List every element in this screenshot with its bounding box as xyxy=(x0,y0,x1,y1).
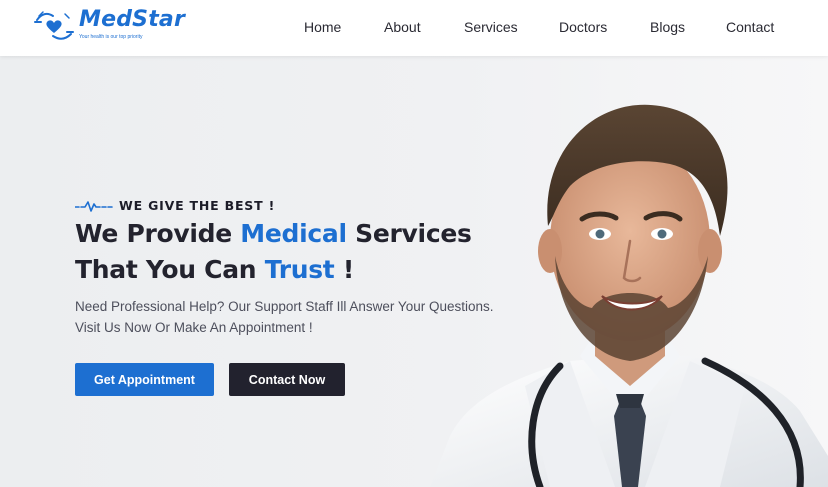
nav-item-doctors[interactable]: Doctors xyxy=(559,19,607,35)
headline-line2-end: ! xyxy=(334,255,354,284)
headline-line1-text: We Provide xyxy=(75,219,241,248)
nav-item-blogs[interactable]: Blogs xyxy=(650,19,685,35)
eyebrow-text: WE GIVE THE BEST ! xyxy=(119,198,276,213)
hands-heart-icon xyxy=(34,11,74,40)
heartbeat-pulse-icon xyxy=(75,200,113,212)
nav-item-services[interactable]: Services xyxy=(464,19,518,35)
subtext-line1: Need Professional Help? Our Support Staf… xyxy=(75,299,494,314)
brand-tagline: Your health is our top priority xyxy=(79,34,143,40)
doctor-portrait xyxy=(430,104,828,487)
get-appointment-button[interactable]: Get Appointment xyxy=(75,363,214,396)
subtext-line2: Visit Us Now Or Make An Appointment ! xyxy=(75,320,313,335)
nav-item-contact[interactable]: Contact xyxy=(726,19,774,35)
brand-logo[interactable]: MedStar Your health is our top priority xyxy=(33,6,185,48)
brand-name: MedStar xyxy=(79,7,186,32)
hero-headline: We Provide Medical Services That You Can… xyxy=(75,216,472,288)
brand-text: MedStar Your health is our top priority xyxy=(79,6,185,40)
nav-item-about[interactable]: About xyxy=(384,19,421,35)
headline-line2-text: That You Can xyxy=(75,255,265,284)
site-header: MedStar Your health is our top priority … xyxy=(0,0,828,56)
headline-accent-trust: Trust xyxy=(264,255,335,284)
main-nav: Home About Services Doctors Blogs Contac… xyxy=(280,0,828,56)
headline-accent-medical: Medical xyxy=(240,219,347,248)
nav-item-home[interactable]: Home xyxy=(304,19,341,35)
headline-line1-end: Services xyxy=(346,219,472,248)
hero-section: WE GIVE THE BEST ! We Provide Medical Se… xyxy=(0,56,828,487)
hero-eyebrow: WE GIVE THE BEST ! xyxy=(75,198,275,213)
contact-now-button[interactable]: Contact Now xyxy=(229,363,345,396)
hero-subtext: Need Professional Help? Our Support Staf… xyxy=(75,296,535,338)
